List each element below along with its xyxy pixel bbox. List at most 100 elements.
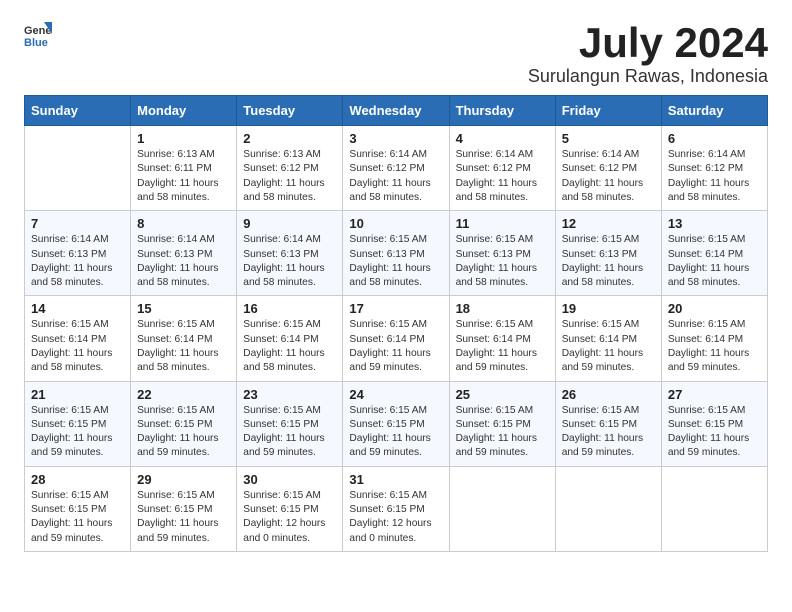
cell-content: Sunrise: 6:14 AM Sunset: 6:13 PM Dayligh… xyxy=(137,233,230,290)
cell-content: Sunrise: 6:15 AM Sunset: 6:15 PM Dayligh… xyxy=(243,404,336,461)
calendar-cell xyxy=(555,466,661,551)
calendar-cell: 19 Sunrise: 6:15 AM Sunset: 6:14 PM Dayli… xyxy=(555,296,661,381)
calendar-week-row: 1Sunrise: 6:13 AM Sunset: 6:11 PM Daylig… xyxy=(25,126,768,211)
calendar-cell: 7Sunrise: 6:14 AM Sunset: 6:13 PM Daylig… xyxy=(25,211,131,296)
cell-content: Sunrise: 6:15 AM Sunset: 6:15 PM Dayligh… xyxy=(137,404,230,461)
weekday-header-wednesday: Wednesday xyxy=(343,96,449,126)
calendar-cell: 4 Sunrise: 6:14 AM Sunset: 6:12 PM Daylig… xyxy=(449,126,555,211)
calendar-cell: 8 Sunrise: 6:14 AM Sunset: 6:13 PM Daylig… xyxy=(131,211,237,296)
title-area: July 2024 Surulangun Rawas, Indonesia xyxy=(528,20,768,87)
cell-content: Sunrise: 6:15 AM Sunset: 6:15 PM Dayligh… xyxy=(349,404,442,461)
weekday-header-friday: Friday xyxy=(555,96,661,126)
day-number: 3 xyxy=(349,131,442,146)
calendar-cell: 3 Sunrise: 6:14 AM Sunset: 6:12 PM Daylig… xyxy=(343,126,449,211)
day-number: 22 xyxy=(137,387,230,402)
calendar-cell: 31 Sunrise: 6:15 AM Sunset: 6:15 PM Dayli… xyxy=(343,466,449,551)
logo-icon: General Blue xyxy=(24,20,52,48)
calendar-cell xyxy=(25,126,131,211)
day-number: 12 xyxy=(562,216,655,231)
calendar-cell: 12 Sunrise: 6:15 AM Sunset: 6:13 PM Dayli… xyxy=(555,211,661,296)
cell-content: Sunrise: 6:14 AM Sunset: 6:13 PM Dayligh… xyxy=(243,233,336,290)
cell-content: Sunrise: 6:15 AM Sunset: 6:15 PM Dayligh… xyxy=(137,489,230,546)
calendar-cell: 13 Sunrise: 6:15 AM Sunset: 6:14 PM Dayli… xyxy=(661,211,767,296)
calendar-cell: 6 Sunrise: 6:14 AM Sunset: 6:12 PM Daylig… xyxy=(661,126,767,211)
location-title: Surulangun Rawas, Indonesia xyxy=(528,66,768,87)
calendar-cell: 1Sunrise: 6:13 AM Sunset: 6:11 PM Daylig… xyxy=(131,126,237,211)
calendar-cell: 24Sunrise: 6:15 AM Sunset: 6:15 PM Dayli… xyxy=(343,381,449,466)
cell-content: Sunrise: 6:14 AM Sunset: 6:12 PM Dayligh… xyxy=(668,148,761,205)
day-number: 25 xyxy=(456,387,549,402)
calendar-week-row: 14 Sunrise: 6:15 AM Sunset: 6:14 PM Dayli… xyxy=(25,296,768,381)
day-number: 19 xyxy=(562,301,655,316)
cell-content: Sunrise: 6:15 AM Sunset: 6:15 PM Dayligh… xyxy=(668,404,761,461)
calendar-cell: 29 Sunrise: 6:15 AM Sunset: 6:15 PM Dayli… xyxy=(131,466,237,551)
day-number: 29 xyxy=(137,472,230,487)
calendar-cell: 11 Sunrise: 6:15 AM Sunset: 6:13 PM Dayli… xyxy=(449,211,555,296)
calendar-cell: 17 Sunrise: 6:15 AM Sunset: 6:14 PM Dayli… xyxy=(343,296,449,381)
calendar-body: 1Sunrise: 6:13 AM Sunset: 6:11 PM Daylig… xyxy=(25,126,768,552)
day-number: 28 xyxy=(31,472,124,487)
cell-content: Sunrise: 6:15 AM Sunset: 6:13 PM Dayligh… xyxy=(456,233,549,290)
cell-content: Sunrise: 6:15 AM Sunset: 6:14 PM Dayligh… xyxy=(668,318,761,375)
weekday-header-row: SundayMondayTuesdayWednesdayThursdayFrid… xyxy=(25,96,768,126)
day-number: 8 xyxy=(137,216,230,231)
day-number: 27 xyxy=(668,387,761,402)
day-number: 18 xyxy=(456,301,549,316)
day-number: 2 xyxy=(243,131,336,146)
calendar-cell: 5Sunrise: 6:14 AM Sunset: 6:12 PM Daylig… xyxy=(555,126,661,211)
calendar-cell: 20Sunrise: 6:15 AM Sunset: 6:14 PM Dayli… xyxy=(661,296,767,381)
calendar-cell xyxy=(661,466,767,551)
cell-content: Sunrise: 6:14 AM Sunset: 6:12 PM Dayligh… xyxy=(562,148,655,205)
day-number: 14 xyxy=(31,301,124,316)
calendar-cell: 25Sunrise: 6:15 AM Sunset: 6:15 PM Dayli… xyxy=(449,381,555,466)
calendar-table: SundayMondayTuesdayWednesdayThursdayFrid… xyxy=(24,95,768,552)
day-number: 26 xyxy=(562,387,655,402)
cell-content: Sunrise: 6:15 AM Sunset: 6:14 PM Dayligh… xyxy=(562,318,655,375)
day-number: 15 xyxy=(137,301,230,316)
day-number: 17 xyxy=(349,301,442,316)
cell-content: Sunrise: 6:15 AM Sunset: 6:15 PM Dayligh… xyxy=(31,404,124,461)
calendar-cell: 22 Sunrise: 6:15 AM Sunset: 6:15 PM Dayli… xyxy=(131,381,237,466)
calendar-cell: 23 Sunrise: 6:15 AM Sunset: 6:15 PM Dayli… xyxy=(237,381,343,466)
calendar-week-row: 7 Sunrise: 6:14 AM Sunset: 6:13 PM Daylig… xyxy=(25,211,768,296)
cell-content: Sunrise: 6:15 AM Sunset: 6:14 PM Dayligh… xyxy=(456,318,549,375)
calendar-cell xyxy=(449,466,555,551)
cell-content: Sunrise: 6:13 AM Sunset: 6:12 PM Dayligh… xyxy=(243,148,336,205)
day-number: 6 xyxy=(668,131,761,146)
cell-content: Sunrise: 6:15 AM Sunset: 6:14 PM Dayligh… xyxy=(668,233,761,290)
cell-content: Sunrise: 6:13 AM Sunset: 6:11 PM Dayligh… xyxy=(137,148,230,205)
month-title: July 2024 xyxy=(528,20,768,66)
cell-content: Sunrise: 6:14 AM Sunset: 6:12 PM Dayligh… xyxy=(349,148,442,205)
cell-content: Sunrise: 6:14 AM Sunset: 6:12 PM Dayligh… xyxy=(456,148,549,205)
day-number: 31 xyxy=(349,472,442,487)
day-number: 7 xyxy=(31,216,124,231)
calendar-cell: 30 Sunrise: 6:15 AM Sunset: 6:15 PM Dayli… xyxy=(237,466,343,551)
cell-content: Sunrise: 6:15 AM Sunset: 6:14 PM Dayligh… xyxy=(31,318,124,375)
calendar-cell: 18 Sunrise: 6:15 AM Sunset: 6:14 PM Dayli… xyxy=(449,296,555,381)
day-number: 23 xyxy=(243,387,336,402)
calendar-cell: 15Sunrise: 6:15 AM Sunset: 6:14 PM Dayli… xyxy=(131,296,237,381)
cell-content: Sunrise: 6:15 AM Sunset: 6:15 PM Dayligh… xyxy=(349,489,442,546)
cell-content: Sunrise: 6:15 AM Sunset: 6:15 PM Dayligh… xyxy=(31,489,124,546)
logo: General Blue xyxy=(24,20,52,48)
day-number: 10 xyxy=(349,216,442,231)
calendar-week-row: 28 Sunrise: 6:15 AM Sunset: 6:15 PM Dayli… xyxy=(25,466,768,551)
cell-content: Sunrise: 6:15 AM Sunset: 6:13 PM Dayligh… xyxy=(349,233,442,290)
cell-content: Sunrise: 6:15 AM Sunset: 6:14 PM Dayligh… xyxy=(349,318,442,375)
day-number: 11 xyxy=(456,216,549,231)
calendar-cell: 9 Sunrise: 6:14 AM Sunset: 6:13 PM Daylig… xyxy=(237,211,343,296)
day-number: 21 xyxy=(31,387,124,402)
day-number: 13 xyxy=(668,216,761,231)
svg-text:Blue: Blue xyxy=(24,37,48,48)
cell-content: Sunrise: 6:15 AM Sunset: 6:14 PM Dayligh… xyxy=(243,318,336,375)
cell-content: Sunrise: 6:15 AM Sunset: 6:15 PM Dayligh… xyxy=(562,404,655,461)
cell-content: Sunrise: 6:15 AM Sunset: 6:15 PM Dayligh… xyxy=(243,489,336,546)
calendar-week-row: 21 Sunrise: 6:15 AM Sunset: 6:15 PM Dayli… xyxy=(25,381,768,466)
cell-content: Sunrise: 6:15 AM Sunset: 6:13 PM Dayligh… xyxy=(562,233,655,290)
day-number: 4 xyxy=(456,131,549,146)
day-number: 16 xyxy=(243,301,336,316)
calendar-cell: 27 Sunrise: 6:15 AM Sunset: 6:15 PM Dayli… xyxy=(661,381,767,466)
day-number: 30 xyxy=(243,472,336,487)
day-number: 9 xyxy=(243,216,336,231)
weekday-header-saturday: Saturday xyxy=(661,96,767,126)
